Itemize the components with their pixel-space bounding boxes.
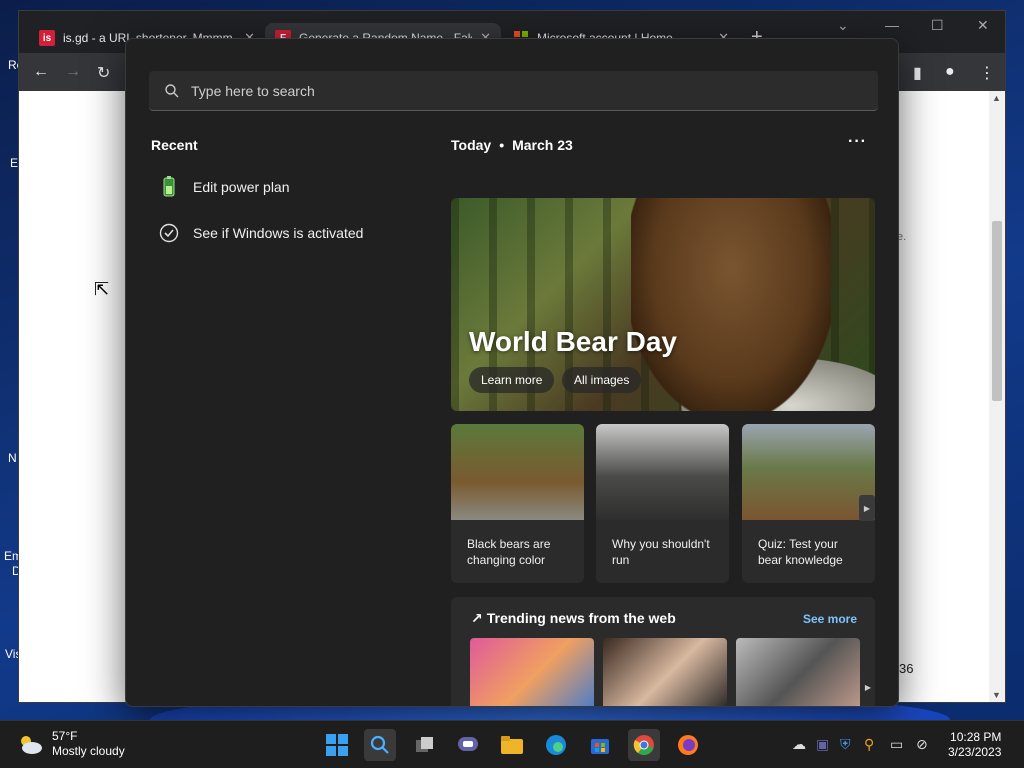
scroll-down-icon[interactable]: ▼: [992, 690, 1001, 700]
search-input[interactable]: Type here to search: [149, 71, 878, 111]
card-bear-quiz[interactable]: Quiz: Test your bear knowledge: [742, 424, 875, 583]
microsoft-store-icon[interactable]: [584, 729, 616, 761]
chrome-icon[interactable]: [628, 729, 660, 761]
search-flyout: Type here to search Recent Edit power pl…: [125, 38, 899, 707]
hero-title: World Bear Day: [469, 326, 677, 357]
search-icon: [165, 83, 179, 97]
scroll-up-icon[interactable]: ▲: [992, 93, 1001, 103]
desktop-icon-label[interactable]: E: [10, 156, 18, 170]
recent-item-label: See if Windows is activated: [193, 225, 364, 241]
weather-description: Mostly cloudy: [52, 744, 125, 758]
recent-item-power-plan[interactable]: Edit power plan: [159, 173, 290, 201]
today-heading: Today • March 23: [451, 137, 573, 153]
today-date: March 23: [512, 137, 573, 153]
security-shield-icon[interactable]: ⛨: [840, 736, 851, 753]
trending-title: Trending news from the web: [486, 610, 676, 626]
desktop-icon-label[interactable]: N: [8, 451, 17, 465]
start-windows-icon[interactable]: [321, 729, 353, 761]
card-black-bears[interactable]: Black bears are changing color: [451, 424, 584, 583]
cards-next-arrow-icon[interactable]: ▶: [859, 495, 875, 521]
recent-heading: Recent: [151, 137, 198, 153]
card-caption: Quiz: Test your bear knowledge: [758, 537, 843, 567]
firefox-icon[interactable]: [672, 729, 704, 761]
card-image: [596, 424, 729, 520]
see-more-link[interactable]: See more: [803, 612, 857, 626]
hero-card-world-bear-day[interactable]: World Bear Day Learn more All images: [451, 198, 875, 411]
check-circle-icon: [159, 223, 179, 243]
trending-heading: ↗ Trending news from the web: [471, 610, 676, 627]
edge-browser-icon[interactable]: [540, 729, 572, 761]
trending-thumbnail[interactable]: [736, 638, 860, 706]
weather-widget[interactable]: 57°F Mostly cloudy: [16, 729, 125, 759]
taskbar: 57°F Mostly cloudy ☁ ▣ ⛨ ⚲ ▭ ⊘ 10:28 PM …: [0, 720, 1024, 768]
isgd-favicon-icon: is: [39, 30, 55, 46]
volume-muted-icon[interactable]: ⊘: [916, 736, 928, 753]
clock-time: 10:28 PM: [950, 730, 1002, 744]
weather-temperature: 57°F: [52, 729, 78, 743]
recent-item-windows-activated[interactable]: See if Windows is activated: [159, 219, 363, 247]
menu-dots-icon[interactable]: ⋮: [979, 63, 995, 83]
bullet-separator: •: [499, 137, 505, 153]
search-tray-icon[interactable]: ⚲: [864, 736, 874, 753]
today-label: Today: [451, 137, 492, 153]
system-clock[interactable]: 10:28 PM 3/23/2023: [948, 730, 1001, 760]
page-scrollbar[interactable]: ▲ ▼: [989, 91, 1005, 702]
onedrive-icon[interactable]: ☁: [792, 736, 806, 753]
search-placeholder: Type here to search: [191, 82, 315, 99]
file-explorer-icon[interactable]: [496, 729, 528, 761]
trending-thumbnail[interactable]: [470, 638, 594, 706]
battery-settings-icon: [163, 176, 175, 197]
card-caption: Why you shouldn't run: [612, 537, 710, 567]
card-caption: Black bears are changing color: [467, 537, 551, 567]
learn-more-button[interactable]: Learn more: [469, 367, 555, 393]
teams-tray-icon[interactable]: ▣: [816, 736, 829, 753]
clock-date: 3/23/2023: [948, 745, 1002, 759]
forward-arrow-icon[interactable]: →: [65, 63, 81, 81]
page-number-fragment: 36: [899, 661, 914, 676]
display-icon[interactable]: ▭: [890, 736, 903, 753]
trending-arrow-icon: ↗: [471, 610, 483, 626]
profile-icon[interactable]: ●: [945, 63, 955, 81]
task-view-icon[interactable]: [409, 729, 441, 761]
mouse-cursor-icon: ⇱: [94, 279, 110, 299]
side-panel-icon[interactable]: ▮: [913, 63, 922, 83]
card-image: [451, 424, 584, 520]
trending-news-section: ↗ Trending news from the web See more ▶: [451, 597, 875, 706]
tab-search-icon[interactable]: ⌄: [837, 17, 849, 34]
minimize-button[interactable]: —: [885, 17, 899, 33]
search-taskbar-icon[interactable]: [364, 729, 396, 761]
trending-thumbnail[interactable]: [603, 638, 727, 706]
bear-image: [631, 198, 831, 411]
teams-chat-icon[interactable]: [452, 729, 484, 761]
card-image: [742, 424, 875, 520]
maximize-button[interactable]: ☐: [931, 17, 944, 34]
more-options-icon[interactable]: ···: [848, 133, 867, 151]
cloudy-weather-icon: [21, 736, 42, 754]
card-why-not-run[interactable]: Why you shouldn't run: [596, 424, 729, 583]
recent-item-label: Edit power plan: [193, 179, 290, 195]
reload-icon[interactable]: ↻: [97, 63, 110, 83]
scrollbar-thumb[interactable]: [992, 221, 1002, 401]
back-arrow-icon[interactable]: ←: [33, 63, 49, 81]
all-images-button[interactable]: All images: [562, 367, 642, 393]
close-window-button[interactable]: ✕: [977, 17, 989, 34]
trending-next-arrow-icon[interactable]: ▶: [865, 683, 871, 692]
